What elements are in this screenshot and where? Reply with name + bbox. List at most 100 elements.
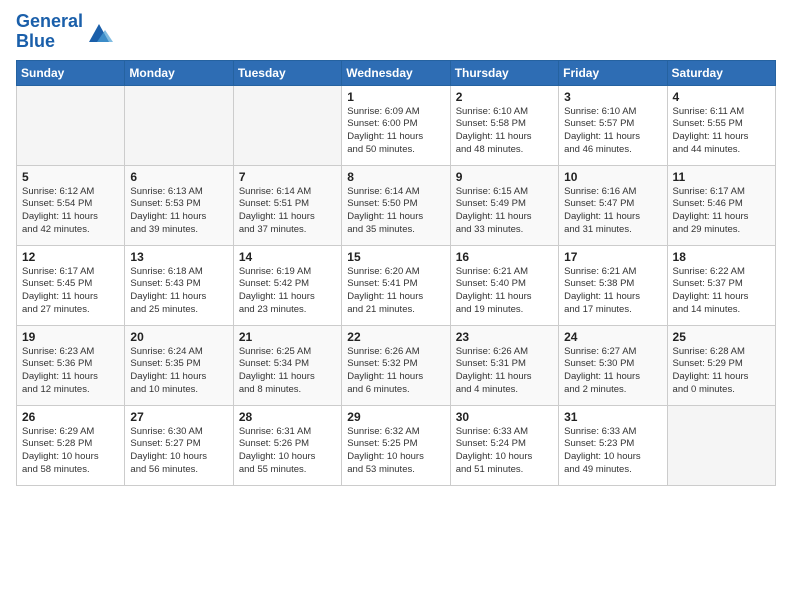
logo-icon <box>85 18 113 46</box>
day-number: 12 <box>22 250 119 264</box>
calendar-cell: 15Sunrise: 6:20 AM Sunset: 5:41 PM Dayli… <box>342 245 450 325</box>
calendar-cell: 21Sunrise: 6:25 AM Sunset: 5:34 PM Dayli… <box>233 325 341 405</box>
day-info: Sunrise: 6:14 AM Sunset: 5:50 PM Dayligh… <box>347 186 444 237</box>
day-info: Sunrise: 6:17 AM Sunset: 5:45 PM Dayligh… <box>22 266 119 317</box>
calendar-cell: 24Sunrise: 6:27 AM Sunset: 5:30 PM Dayli… <box>559 325 667 405</box>
calendar-cell: 28 Sunrise: 6:31 AM Sunset: 5:26 PM Dayli… <box>233 405 341 485</box>
weekday-header-row: SundayMondayTuesdayWednesdayThursdayFrid… <box>17 60 776 85</box>
day-number: 15 <box>347 250 444 264</box>
day-info: Sunrise: 6:10 AM Sunset: 5:58 PM Dayligh… <box>456 106 553 157</box>
day-info: Sunrise: 6:33 AM Sunset: 5:23 PM Dayligh… <box>564 426 661 477</box>
day-number: 2 <box>456 90 553 104</box>
day-info: Sunrise: 6:30 AM Sunset: 5:27 PM Dayligh… <box>130 426 227 477</box>
day-number: 13 <box>130 250 227 264</box>
day-info: Sunrise: 6:24 AM Sunset: 5:35 PM Dayligh… <box>130 346 227 397</box>
day-info: Sunrise: 6:19 AM Sunset: 5:42 PM Dayligh… <box>239 266 336 317</box>
day-number: 23 <box>456 330 553 344</box>
calendar-cell: 27 Sunrise: 6:30 AM Sunset: 5:27 PM Dayli… <box>125 405 233 485</box>
week-row-3: 19Sunrise: 6:23 AM Sunset: 5:36 PM Dayli… <box>17 325 776 405</box>
calendar-cell: 31 Sunrise: 6:33 AM Sunset: 5:23 PM Dayli… <box>559 405 667 485</box>
day-number: 17 <box>564 250 661 264</box>
calendar-cell <box>17 85 125 165</box>
day-number: 21 <box>239 330 336 344</box>
calendar-cell: 4 Sunrise: 6:11 AM Sunset: 5:55 PM Daylig… <box>667 85 775 165</box>
header: General Blue <box>16 12 776 52</box>
calendar-cell: 17 Sunrise: 6:21 AM Sunset: 5:38 PM Dayli… <box>559 245 667 325</box>
logo-text: General Blue <box>16 12 83 52</box>
day-info: Sunrise: 6:17 AM Sunset: 5:46 PM Dayligh… <box>673 186 770 237</box>
day-number: 20 <box>130 330 227 344</box>
day-info: Sunrise: 6:10 AM Sunset: 5:57 PM Dayligh… <box>564 106 661 157</box>
calendar-cell <box>233 85 341 165</box>
calendar-cell: 22 Sunrise: 6:26 AM Sunset: 5:32 PM Dayli… <box>342 325 450 405</box>
day-info: Sunrise: 6:09 AM Sunset: 6:00 PM Dayligh… <box>347 106 444 157</box>
calendar-cell: 9Sunrise: 6:15 AM Sunset: 5:49 PM Daylig… <box>450 165 558 245</box>
calendar-cell: 16 Sunrise: 6:21 AM Sunset: 5:40 PM Dayli… <box>450 245 558 325</box>
day-number: 31 <box>564 410 661 424</box>
calendar-cell: 26Sunrise: 6:29 AM Sunset: 5:28 PM Dayli… <box>17 405 125 485</box>
day-number: 4 <box>673 90 770 104</box>
day-number: 14 <box>239 250 336 264</box>
day-info: Sunrise: 6:11 AM Sunset: 5:55 PM Dayligh… <box>673 106 770 157</box>
calendar-cell: 14 Sunrise: 6:19 AM Sunset: 5:42 PM Dayli… <box>233 245 341 325</box>
logo: General Blue <box>16 12 113 52</box>
calendar-cell: 8 Sunrise: 6:14 AM Sunset: 5:50 PM Daylig… <box>342 165 450 245</box>
calendar-cell: 29 Sunrise: 6:32 AM Sunset: 5:25 PM Dayli… <box>342 405 450 485</box>
day-number: 6 <box>130 170 227 184</box>
day-info: Sunrise: 6:26 AM Sunset: 5:31 PM Dayligh… <box>456 346 553 397</box>
calendar-cell: 30Sunrise: 6:33 AM Sunset: 5:24 PM Dayli… <box>450 405 558 485</box>
calendar-cell: 2 Sunrise: 6:10 AM Sunset: 5:58 PM Daylig… <box>450 85 558 165</box>
calendar-cell: 23 Sunrise: 6:26 AM Sunset: 5:31 PM Dayli… <box>450 325 558 405</box>
day-number: 29 <box>347 410 444 424</box>
day-number: 5 <box>22 170 119 184</box>
weekday-saturday: Saturday <box>667 60 775 85</box>
day-info: Sunrise: 6:22 AM Sunset: 5:37 PM Dayligh… <box>673 266 770 317</box>
day-number: 25 <box>673 330 770 344</box>
day-number: 8 <box>347 170 444 184</box>
day-info: Sunrise: 6:23 AM Sunset: 5:36 PM Dayligh… <box>22 346 119 397</box>
weekday-thursday: Thursday <box>450 60 558 85</box>
calendar-cell <box>667 405 775 485</box>
day-number: 28 <box>239 410 336 424</box>
day-number: 3 <box>564 90 661 104</box>
day-number: 27 <box>130 410 227 424</box>
calendar-cell: 5Sunrise: 6:12 AM Sunset: 5:54 PM Daylig… <box>17 165 125 245</box>
day-number: 30 <box>456 410 553 424</box>
day-number: 16 <box>456 250 553 264</box>
calendar-cell: 25Sunrise: 6:28 AM Sunset: 5:29 PM Dayli… <box>667 325 775 405</box>
week-row-4: 26Sunrise: 6:29 AM Sunset: 5:28 PM Dayli… <box>17 405 776 485</box>
weekday-sunday: Sunday <box>17 60 125 85</box>
week-row-1: 5Sunrise: 6:12 AM Sunset: 5:54 PM Daylig… <box>17 165 776 245</box>
calendar-cell: 12 Sunrise: 6:17 AM Sunset: 5:45 PM Dayli… <box>17 245 125 325</box>
calendar-cell: 6 Sunrise: 6:13 AM Sunset: 5:53 PM Daylig… <box>125 165 233 245</box>
weekday-tuesday: Tuesday <box>233 60 341 85</box>
calendar-cell: 13 Sunrise: 6:18 AM Sunset: 5:43 PM Dayli… <box>125 245 233 325</box>
calendar-cell: 20 Sunrise: 6:24 AM Sunset: 5:35 PM Dayli… <box>125 325 233 405</box>
day-info: Sunrise: 6:21 AM Sunset: 5:38 PM Dayligh… <box>564 266 661 317</box>
day-number: 22 <box>347 330 444 344</box>
calendar-cell: 3 Sunrise: 6:10 AM Sunset: 5:57 PM Daylig… <box>559 85 667 165</box>
day-info: Sunrise: 6:27 AM Sunset: 5:30 PM Dayligh… <box>564 346 661 397</box>
weekday-wednesday: Wednesday <box>342 60 450 85</box>
calendar-cell: 1Sunrise: 6:09 AM Sunset: 6:00 PM Daylig… <box>342 85 450 165</box>
day-info: Sunrise: 6:16 AM Sunset: 5:47 PM Dayligh… <box>564 186 661 237</box>
calendar-cell: 19Sunrise: 6:23 AM Sunset: 5:36 PM Dayli… <box>17 325 125 405</box>
week-row-2: 12 Sunrise: 6:17 AM Sunset: 5:45 PM Dayli… <box>17 245 776 325</box>
day-info: Sunrise: 6:31 AM Sunset: 5:26 PM Dayligh… <box>239 426 336 477</box>
calendar-table: SundayMondayTuesdayWednesdayThursdayFrid… <box>16 60 776 486</box>
day-info: Sunrise: 6:29 AM Sunset: 5:28 PM Dayligh… <box>22 426 119 477</box>
logo-general: General <box>16 11 83 31</box>
page: General Blue SundayMondayTuesdayWednesda… <box>0 0 792 612</box>
weekday-monday: Monday <box>125 60 233 85</box>
calendar-cell: 7Sunrise: 6:14 AM Sunset: 5:51 PM Daylig… <box>233 165 341 245</box>
day-info: Sunrise: 6:18 AM Sunset: 5:43 PM Dayligh… <box>130 266 227 317</box>
day-number: 7 <box>239 170 336 184</box>
day-number: 18 <box>673 250 770 264</box>
day-info: Sunrise: 6:26 AM Sunset: 5:32 PM Dayligh… <box>347 346 444 397</box>
calendar-cell <box>125 85 233 165</box>
day-info: Sunrise: 6:32 AM Sunset: 5:25 PM Dayligh… <box>347 426 444 477</box>
day-info: Sunrise: 6:13 AM Sunset: 5:53 PM Dayligh… <box>130 186 227 237</box>
day-number: 11 <box>673 170 770 184</box>
day-number: 9 <box>456 170 553 184</box>
day-info: Sunrise: 6:21 AM Sunset: 5:40 PM Dayligh… <box>456 266 553 317</box>
